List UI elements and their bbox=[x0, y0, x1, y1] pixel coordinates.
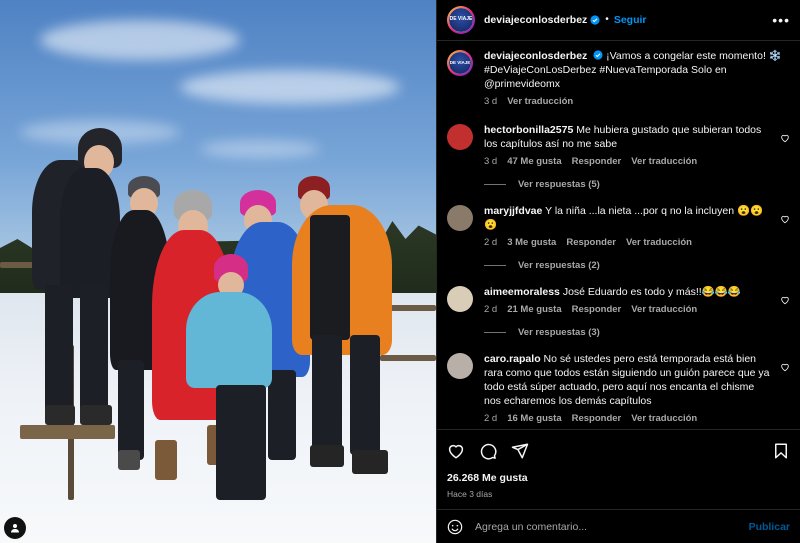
translate-link[interactable]: Ver traducción bbox=[507, 96, 573, 107]
view-replies-button[interactable]: Ver respuestas (3) bbox=[484, 327, 790, 338]
cloud bbox=[200, 140, 320, 158]
view-replies-button[interactable]: Ver respuestas (2) bbox=[484, 260, 790, 271]
comment-likes[interactable]: 47 Me gusta bbox=[507, 156, 561, 167]
comment-item: aimeemoraless José Eduardo es todo y más… bbox=[447, 285, 790, 315]
follow-button[interactable]: Seguir bbox=[614, 14, 647, 26]
translate-link[interactable]: Ver traducción bbox=[631, 304, 697, 315]
translate-link[interactable]: Ver traducción bbox=[626, 237, 692, 248]
post-timestamp: Hace 3 días bbox=[447, 489, 493, 500]
cloud bbox=[40, 20, 240, 60]
replies-line bbox=[484, 183, 506, 185]
boot bbox=[45, 405, 75, 425]
like-comment-heart-icon[interactable] bbox=[780, 362, 790, 372]
post-modal: DE VIAJE deviajeconlosderbez • Seguir ••… bbox=[0, 0, 800, 543]
commenter-avatar[interactable] bbox=[447, 123, 473, 150]
reply-button[interactable]: Responder bbox=[572, 304, 622, 315]
author-avatar[interactable]: DE VIAJE bbox=[447, 49, 473, 76]
child-light-blue-jacket bbox=[186, 292, 272, 388]
action-icons bbox=[447, 440, 790, 462]
brand-logo-icon: DE VIAJE bbox=[449, 7, 473, 32]
translate-link[interactable]: Ver traducción bbox=[631, 413, 697, 424]
view-replies-label: Ver respuestas (2) bbox=[518, 259, 600, 271]
comment-username[interactable]: maryjjfdvae bbox=[484, 205, 542, 217]
comment-time: 3 d bbox=[484, 155, 498, 167]
comment-time: 2 d bbox=[484, 412, 498, 424]
emoji-icon[interactable] bbox=[447, 519, 463, 535]
comment-time: 2 d bbox=[484, 236, 498, 248]
like-comment-heart-icon[interactable] bbox=[780, 133, 790, 143]
view-replies-label: Ver respuestas (5) bbox=[518, 178, 600, 190]
cloud bbox=[180, 70, 400, 104]
comments-list[interactable]: DE VIAJE deviajeconlosderbez ¡Vamos a co… bbox=[437, 41, 800, 429]
comment-icon[interactable] bbox=[479, 442, 497, 460]
heart-icon[interactable] bbox=[447, 442, 465, 460]
user-icon bbox=[11, 524, 19, 533]
comment-text: José Eduardo es todo y más!!😂😂😂 bbox=[562, 285, 741, 298]
caption-time: 3 d bbox=[484, 95, 498, 107]
logo-text: DE VIAJE bbox=[449, 16, 473, 23]
view-replies-label: Ver respuestas (3) bbox=[518, 326, 600, 338]
add-comment-bar: Publicar bbox=[437, 509, 800, 543]
tagged-users-button[interactable] bbox=[4, 517, 26, 539]
boot bbox=[80, 405, 112, 425]
author-avatar[interactable]: DE VIAJE bbox=[447, 5, 475, 34]
comment-username[interactable]: aimeemoraless bbox=[484, 286, 560, 298]
comment-input[interactable] bbox=[475, 520, 749, 533]
boot bbox=[310, 445, 344, 467]
leg bbox=[80, 285, 108, 415]
log bbox=[20, 425, 115, 439]
comment-item: caro.rapalo No sé ustedes pero está temp… bbox=[447, 352, 790, 424]
post-header: DE VIAJE deviajeconlosderbez • Seguir ••… bbox=[437, 0, 800, 41]
post-photo[interactable] bbox=[0, 0, 436, 543]
comment-time: 2 d bbox=[484, 303, 498, 315]
like-comment-heart-icon[interactable] bbox=[780, 295, 790, 305]
comment-username[interactable]: hectorbonilla2575 bbox=[484, 124, 573, 136]
leg bbox=[312, 335, 342, 455]
caption-username[interactable]: deviajeconlosderbez bbox=[484, 50, 587, 62]
brand-logo-icon: DE VIAJE bbox=[449, 51, 471, 74]
reply-button[interactable]: Responder bbox=[572, 413, 622, 424]
comment-username[interactable]: caro.rapalo bbox=[484, 353, 541, 365]
like-count[interactable]: 26.268 Me gusta bbox=[447, 472, 790, 484]
comment-item: hectorbonilla2575 Me hubiera gustado que… bbox=[447, 123, 790, 167]
fence-rail bbox=[380, 355, 436, 361]
comment-item: maryjjfdvae Y la niña ...la nieta ...por… bbox=[447, 204, 790, 248]
comment-likes[interactable]: 21 Me gusta bbox=[507, 304, 561, 315]
caption: DE VIAJE deviajeconlosderbez ¡Vamos a co… bbox=[447, 49, 790, 107]
post-actions: 26.268 Me gusta Hace 3 días bbox=[437, 429, 800, 509]
author-username[interactable]: deviajeconlosderbez bbox=[484, 14, 587, 26]
more-options-button[interactable]: ••• bbox=[772, 12, 790, 28]
verified-badge-icon bbox=[593, 50, 603, 60]
inner-jacket bbox=[310, 215, 350, 340]
post-side-panel: DE VIAJE deviajeconlosderbez • Seguir ••… bbox=[436, 0, 800, 543]
commenter-avatar[interactable] bbox=[447, 352, 473, 379]
boot bbox=[155, 440, 177, 480]
leg bbox=[350, 335, 380, 455]
verified-badge-icon bbox=[590, 15, 600, 25]
replies-line bbox=[484, 264, 506, 266]
view-replies-button[interactable]: Ver respuestas (5) bbox=[484, 179, 790, 190]
like-comment-heart-icon[interactable] bbox=[780, 214, 790, 224]
publish-comment-button[interactable]: Publicar bbox=[749, 521, 790, 533]
leg bbox=[118, 360, 144, 460]
boot bbox=[118, 450, 140, 470]
reply-button[interactable]: Responder bbox=[566, 237, 616, 248]
reply-button[interactable]: Responder bbox=[572, 156, 622, 167]
replies-line bbox=[484, 331, 506, 333]
commenter-avatar[interactable] bbox=[447, 204, 473, 231]
commenter-avatar[interactable] bbox=[447, 285, 473, 312]
comment-likes[interactable]: 16 Me gusta bbox=[507, 413, 561, 424]
translate-link[interactable]: Ver traducción bbox=[631, 156, 697, 167]
comment-likes[interactable]: 3 Me gusta bbox=[507, 237, 556, 248]
leg bbox=[216, 385, 266, 500]
leg bbox=[268, 370, 296, 460]
leg bbox=[45, 285, 73, 415]
boot bbox=[352, 450, 388, 474]
share-icon[interactable] bbox=[511, 442, 529, 460]
logo-text: DE VIAJE bbox=[449, 59, 471, 65]
separator-dot: • bbox=[605, 14, 609, 26]
bookmark-icon[interactable] bbox=[772, 442, 790, 460]
